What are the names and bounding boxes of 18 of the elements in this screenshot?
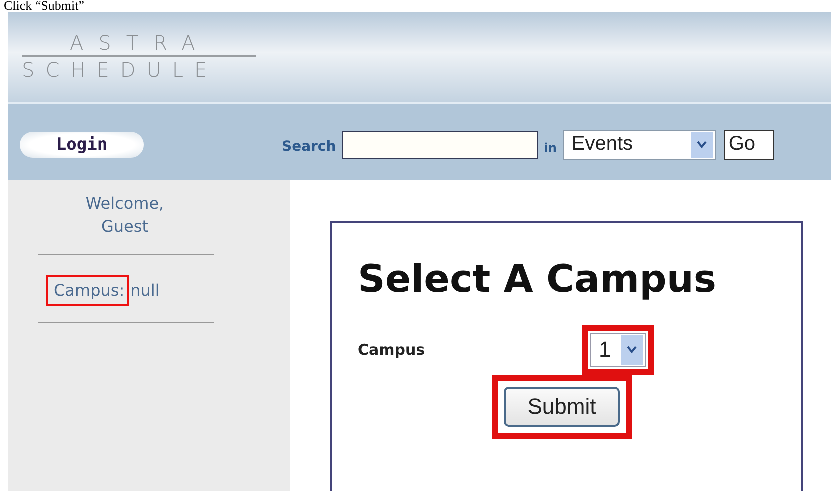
- logo-text: ASTRA: [22, 30, 256, 57]
- chevron-down-icon: [621, 335, 643, 365]
- campus-dropdown[interactable]: 1: [590, 333, 646, 367]
- form-title: Select A Campus: [358, 257, 718, 301]
- campus-label: Campus:: [46, 275, 129, 306]
- search-field[interactable]: [342, 130, 538, 159]
- caption-text: Click “Submit”: [3, 0, 86, 12]
- welcome-text: Welcome, Guest: [84, 193, 166, 238]
- go-button[interactable]: Go: [724, 130, 774, 160]
- scope-dropdown[interactable]: Events: [562, 130, 716, 160]
- search-label: Search: [282, 138, 336, 155]
- login-button[interactable]: Login: [20, 132, 144, 158]
- campus-value: null: [130, 281, 160, 300]
- logo-text: SCHEDULE: [22, 56, 220, 83]
- in-label: in: [544, 140, 557, 155]
- campus-field-label: Campus: [358, 341, 426, 359]
- chevron-down-icon: [690, 132, 713, 158]
- submit-button[interactable]: Submit: [504, 387, 620, 427]
